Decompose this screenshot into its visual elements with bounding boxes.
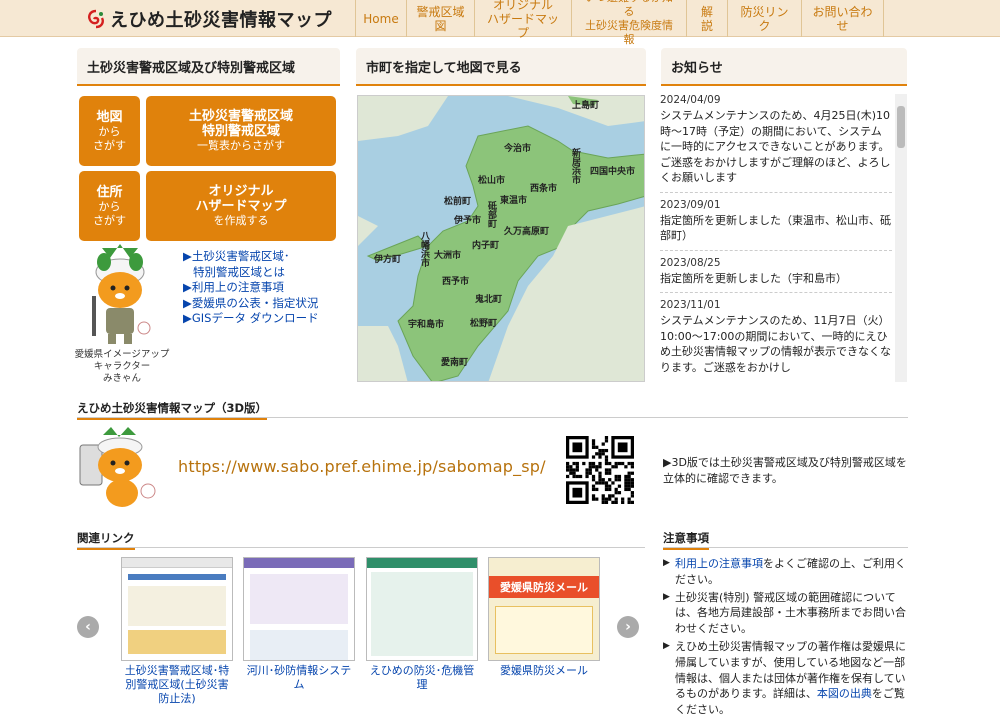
nav-disaster-links[interactable]: 防災リンク <box>727 0 801 37</box>
nav-contact[interactable]: お問い合わせ <box>801 0 884 37</box>
logo-icon <box>88 9 104 29</box>
note-usage-link[interactable]: 利用上の注意事項 <box>675 557 763 570</box>
mikyan-smartphone-image <box>79 427 156 507</box>
related-thumb-dosha[interactable] <box>121 557 233 661</box>
ehime-map-shape <box>358 96 644 381</box>
related-caption-dosha[interactable]: 土砂災害警戒区域･特別警戒区域(土砂災害防止法) <box>121 664 233 706</box>
related-caption-bousai[interactable]: えひめの防災･危機管理 <box>366 664 478 692</box>
nav-explanation[interactable]: 解説 <box>686 0 727 37</box>
news-panel-title: お知らせ <box>661 48 907 86</box>
search-by-list-button[interactable]: 土砂災害警戒区域 特別警戒区域 一覧表からさがす <box>146 96 336 166</box>
site-header: えひめ土砂災害情報マップ Home 警戒区域図 オリジナル ハザードマップ いつ… <box>0 0 1000 46</box>
map-label-uchiko[interactable]: 内子町 <box>472 238 499 251</box>
search-panel-title: 土砂災害警戒区域及び特別警戒区域 <box>77 48 340 86</box>
news-date: 2024/04/09 <box>660 94 721 106</box>
site-title: えひめ土砂災害情報マップ <box>110 10 332 31</box>
news-body: システムメンテナンスのため、4月25日(木)10時～17時（予定）の期間において… <box>660 108 892 193</box>
map-label-saijo[interactable]: 西条市 <box>530 181 557 194</box>
carousel-prev-button[interactable]: ‹ <box>77 616 99 638</box>
note-item: ▶ えひめ土砂災害情報マップの著作権は愛媛県に帰属していますが、使用している地図な… <box>663 639 906 717</box>
notes-list: ▶ 利用上の注意事項をよくご確認の上、ご利用ください。 ▶ 土砂災害(特別) 警戒区… <box>663 556 913 720</box>
map-label-tobe[interactable]: 砥部町 <box>486 201 496 228</box>
map3d-divider <box>77 417 908 418</box>
link-warning-zone-about-2[interactable]: 特別警戒区域とは <box>193 265 285 279</box>
news-body: システムメンテナンスのため、11月7日（火）10:00～17:00の期間において… <box>660 314 891 374</box>
map-label-seiyo[interactable]: 西予市 <box>442 274 469 287</box>
map-label-kumakogen[interactable]: 久万高原町 <box>504 224 549 237</box>
create-hazard-map-button[interactable]: オリジナル ハザードマップ を作成する <box>146 171 336 241</box>
note-item: ▶ 利用上の注意事項をよくご確認の上、ご利用ください。 <box>663 557 906 586</box>
mascot-caption: 愛媛県イメージアップ キャラクター みきゃん <box>74 349 170 384</box>
related-caption-mail[interactable]: 愛媛県防災メール <box>488 664 600 678</box>
news-scrollbar[interactable] <box>895 94 907 382</box>
news-date: 2023/11/01 <box>660 299 721 311</box>
municipality-map[interactable]: 上島町 今治市 新居浜市 四国中央市 松山市 西条市 東温市 松前町 砥部町 伊… <box>357 95 645 382</box>
nav-warning-zone-map[interactable]: 警戒区域図 <box>406 0 474 37</box>
map-label-shikokuchuo[interactable]: 四国中央市 <box>590 164 635 177</box>
link-warning-zone-about[interactable]: ▶土砂災害警戒区域･ <box>183 249 290 263</box>
notes-divider <box>663 547 908 548</box>
map-label-imabari[interactable]: 今治市 <box>504 141 531 154</box>
map-label-ainan[interactable]: 愛南町 <box>441 355 468 368</box>
map-label-iyo[interactable]: 伊予市 <box>454 213 481 226</box>
news-list[interactable]: 2024/04/09 システムメンテナンスのため、4月25日(木)10時～17時… <box>660 92 908 382</box>
search-by-map-button[interactable]: 地図 から さがす <box>79 96 140 166</box>
news-date: 2023/09/01 <box>660 198 721 211</box>
carousel-next-button[interactable]: › <box>617 616 639 638</box>
link-gis-download[interactable]: ▶GISデータ ダウンロード <box>183 311 319 325</box>
qr-code-image <box>566 436 634 504</box>
related-thumb-mail[interactable]: 愛媛県防災メール <box>488 557 600 661</box>
map-label-matsuyama[interactable]: 松山市 <box>478 173 505 186</box>
nav-risk-info[interactable]: いつ避難するか知る 土砂災害危険度情報 <box>571 0 686 46</box>
map-label-niihama[interactable]: 新居浜市 <box>570 148 580 184</box>
nav-original-hazard-map[interactable]: オリジナル ハザードマップ <box>474 0 571 40</box>
link-designation-status[interactable]: ▶愛媛県の公表・指定状況 <box>183 296 318 310</box>
news-item: 2023/08/25 指定箇所を更新しました（宇和島市） <box>660 255 908 293</box>
related-links-divider <box>77 547 645 548</box>
map-label-matsuno[interactable]: 松野町 <box>470 316 497 329</box>
map-label-yawatahama[interactable]: 八幡浜市 <box>419 231 429 267</box>
map3d-url-link[interactable]: https://www.sabo.pref.ehime.jp/sabomap_s… <box>178 457 546 476</box>
mikyan-mascot-image <box>92 244 151 344</box>
news-body: 指定箇所を更新しました（東温市、松山市、砥部町） <box>660 213 892 251</box>
related-caption-river[interactable]: 河川･砂防情報システム <box>243 664 355 692</box>
news-date: 2023/08/25 <box>660 256 721 269</box>
link-usage-notes[interactable]: ▶利用上の注意事項 <box>183 280 284 294</box>
news-item: 2024/04/09 システムメンテナンスのため、4月25日(木)10時～17時… <box>660 92 908 193</box>
news-item: 2023/09/01 指定箇所を更新しました（東温市、松山市、砥部町） <box>660 197 908 251</box>
map-label-kihoku[interactable]: 鬼北町 <box>475 292 502 305</box>
map-label-ikata[interactable]: 伊方町 <box>374 252 401 265</box>
map-panel-title: 市町を指定して地図で見る <box>356 48 646 86</box>
map-label-toon[interactable]: 東温市 <box>500 193 527 206</box>
note-source-link[interactable]: 本図の出典 <box>817 687 872 700</box>
map-label-kamijima[interactable]: 上島町 <box>572 98 599 111</box>
site-logo[interactable]: えひめ土砂災害情報マップ <box>86 6 332 32</box>
main-nav: Home 警戒区域図 オリジナル ハザードマップ いつ避難するか知る 土砂災害危… <box>355 0 884 46</box>
nav-home[interactable]: Home <box>355 0 406 37</box>
search-panel-links: ▶土砂災害警戒区域･ 特別警戒区域とは ▶利用上の注意事項 ▶愛媛県の公表・指定… <box>183 249 319 327</box>
map3d-description: ▶3D版では土砂災害警戒区域及び特別警戒区域を立体的に確認できます。 <box>663 456 907 485</box>
map-label-ozu[interactable]: 大洲市 <box>434 248 461 261</box>
map-label-uwajima[interactable]: 宇和島市 <box>408 317 444 330</box>
news-item: 2023/11/01 システムメンテナンスのため、11月7日（火）10:00～1… <box>660 297 908 381</box>
search-by-address-button[interactable]: 住所 から さがす <box>79 171 140 241</box>
note-item: ▶ 土砂災害(特別) 警戒区域の範囲確認については、各地方局建設部・土木事務所まで… <box>663 590 906 636</box>
news-scrollbar-thumb[interactable] <box>897 106 905 148</box>
news-body: 指定箇所を更新しました（宇和島市） <box>660 271 892 293</box>
related-thumb-river[interactable] <box>243 557 355 661</box>
map-label-masaki[interactable]: 松前町 <box>444 194 471 207</box>
related-thumb-bousai[interactable] <box>366 557 478 661</box>
